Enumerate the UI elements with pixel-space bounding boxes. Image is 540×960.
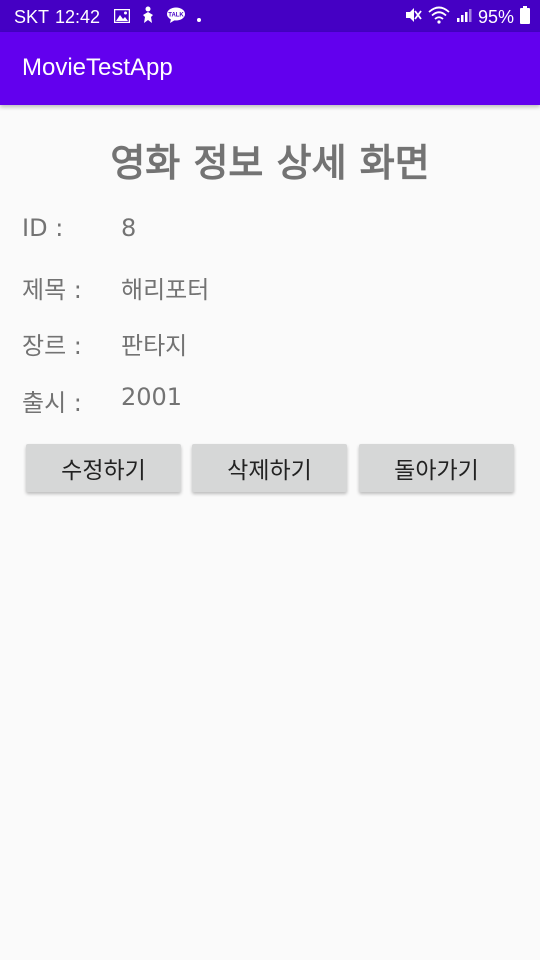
wifi-icon bbox=[428, 6, 450, 29]
detail-label-title: 제목 : bbox=[22, 276, 82, 304]
mute-icon bbox=[404, 6, 422, 29]
edit-button[interactable]: 수정하기 bbox=[26, 444, 181, 492]
status-right: 95% bbox=[404, 6, 530, 29]
notification-icons: TALK bbox=[113, 6, 202, 29]
talk-icon: TALK bbox=[166, 7, 186, 28]
status-bar: SKT 12:42 TALK 95% bbox=[0, 0, 540, 32]
carrier-label: SKT bbox=[14, 7, 50, 27]
app-title: MovieTestApp bbox=[22, 54, 173, 81]
status-time: 12:42 bbox=[55, 7, 101, 27]
detail-value-id: 8 bbox=[121, 214, 137, 242]
detail-value-genre: 판타지 bbox=[121, 332, 188, 360]
delete-button[interactable]: 삭제하기 bbox=[192, 444, 347, 492]
detail-value-release: 2001 bbox=[121, 383, 183, 411]
detail-row-title: 제목 : 해리포터 bbox=[22, 270, 522, 310]
svg-text:TALK: TALK bbox=[168, 13, 184, 19]
detail-label-id: ID : bbox=[22, 214, 64, 242]
back-button[interactable]: 돌아가기 bbox=[359, 444, 514, 492]
dot-icon bbox=[196, 7, 202, 28]
signal-icon bbox=[456, 7, 472, 28]
app-bar: MovieTestApp bbox=[0, 32, 540, 105]
battery-icon bbox=[520, 6, 530, 29]
detail-row-genre: 장르 : 판타지 bbox=[22, 326, 522, 366]
battery-percent: 95% bbox=[477, 7, 514, 27]
detail-label-genre: 장르 : bbox=[22, 332, 82, 360]
page-title: 영화 정보 상세 화면 bbox=[110, 141, 430, 185]
image-icon bbox=[113, 7, 131, 28]
detail-label-release: 출시 : bbox=[22, 389, 82, 417]
figure-icon bbox=[140, 6, 156, 29]
detail-row-id: ID : 8 bbox=[22, 214, 522, 254]
status-left: SKT 12:42 TALK bbox=[14, 6, 202, 29]
detail-value-title: 해리포터 bbox=[121, 276, 210, 304]
detail-row-release: 출시 : 2001 bbox=[22, 383, 522, 423]
